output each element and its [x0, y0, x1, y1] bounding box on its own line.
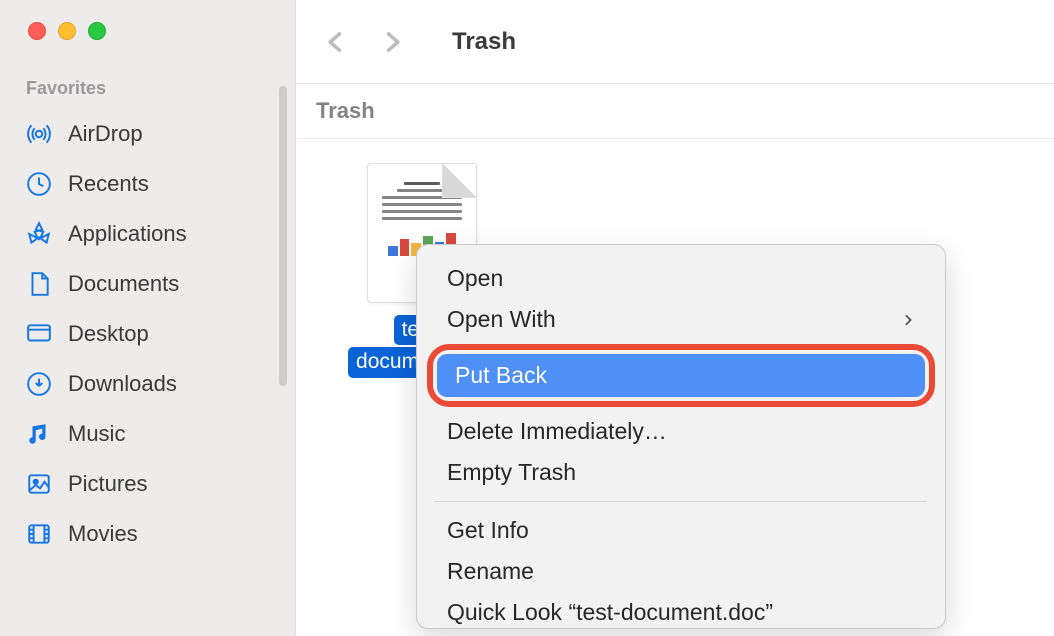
airdrop-icon [26, 121, 52, 147]
sidebar-item-applications[interactable]: Applications [10, 209, 285, 259]
music-icon [26, 421, 52, 447]
menu-get-info[interactable]: Get Info [417, 510, 945, 551]
sidebar-item-label: Applications [68, 221, 187, 247]
menu-item-label: Open With [447, 306, 556, 333]
nav-forward-button[interactable] [378, 22, 406, 62]
sidebar-item-label: Downloads [68, 371, 177, 397]
menu-open[interactable]: Open [417, 255, 945, 299]
menu-item-label: Get Info [447, 517, 529, 544]
minimize-window-button[interactable] [58, 22, 76, 40]
window-controls [0, 0, 295, 40]
highlight-annotation: Put Back [427, 344, 935, 407]
menu-item-label: Put Back [455, 362, 547, 388]
sidebar-item-label: AirDrop [68, 121, 143, 147]
sidebar: Favorites AirDrop Recents Applications [0, 0, 296, 636]
sidebar-item-label: Documents [68, 271, 179, 297]
sidebar-item-recents[interactable]: Recents [10, 159, 285, 209]
fullscreen-window-button[interactable] [88, 22, 106, 40]
sidebar-favorites-list: AirDrop Recents Applications Documents [0, 109, 295, 559]
sidebar-item-label: Desktop [68, 321, 149, 347]
toolbar: Trash [296, 0, 1054, 84]
menu-empty-trash[interactable]: Empty Trash [417, 452, 945, 493]
document-icon [26, 271, 52, 297]
finder-window: Favorites AirDrop Recents Applications [0, 0, 1054, 636]
download-icon [26, 371, 52, 397]
menu-separator [435, 501, 927, 502]
context-menu: Open Open With Put Back Delete Immediate… [416, 244, 946, 629]
sidebar-item-airdrop[interactable]: AirDrop [10, 109, 285, 159]
sidebar-item-documents[interactable]: Documents [10, 259, 285, 309]
sidebar-section-title: Favorites [0, 40, 295, 109]
close-window-button[interactable] [28, 22, 46, 40]
menu-rename[interactable]: Rename [417, 551, 945, 592]
applications-icon [26, 221, 52, 247]
menu-item-label: Delete Immediately… [447, 418, 667, 445]
sidebar-item-music[interactable]: Music [10, 409, 285, 459]
path-bar: Trash [296, 84, 1054, 139]
menu-delete-immediately[interactable]: Delete Immediately… [417, 411, 945, 452]
sidebar-item-movies[interactable]: Movies [10, 509, 285, 559]
toolbar-title: Trash [452, 28, 516, 56]
chevron-right-icon [902, 309, 915, 331]
menu-quick-look[interactable]: Quick Look “test-document.doc” [417, 592, 945, 628]
nav-back-button[interactable] [322, 22, 350, 62]
sidebar-scrollbar[interactable] [279, 86, 287, 386]
sidebar-item-label: Music [68, 421, 125, 447]
menu-item-label: Quick Look “test-document.doc” [447, 599, 773, 626]
sidebar-item-label: Movies [68, 521, 138, 547]
sidebar-item-desktop[interactable]: Desktop [10, 309, 285, 359]
menu-item-label: Open [447, 265, 503, 292]
sidebar-item-pictures[interactable]: Pictures [10, 459, 285, 509]
clock-icon [26, 171, 52, 197]
sidebar-item-downloads[interactable]: Downloads [10, 359, 285, 409]
movies-icon [26, 521, 52, 547]
menu-item-label: Empty Trash [447, 459, 576, 486]
sidebar-item-label: Recents [68, 171, 149, 197]
menu-put-back[interactable]: Put Back [437, 354, 925, 397]
menu-open-with[interactable]: Open With [417, 299, 945, 340]
pictures-icon [26, 471, 52, 497]
desktop-icon [26, 321, 52, 347]
menu-item-label: Rename [447, 558, 534, 585]
sidebar-item-label: Pictures [68, 471, 147, 497]
